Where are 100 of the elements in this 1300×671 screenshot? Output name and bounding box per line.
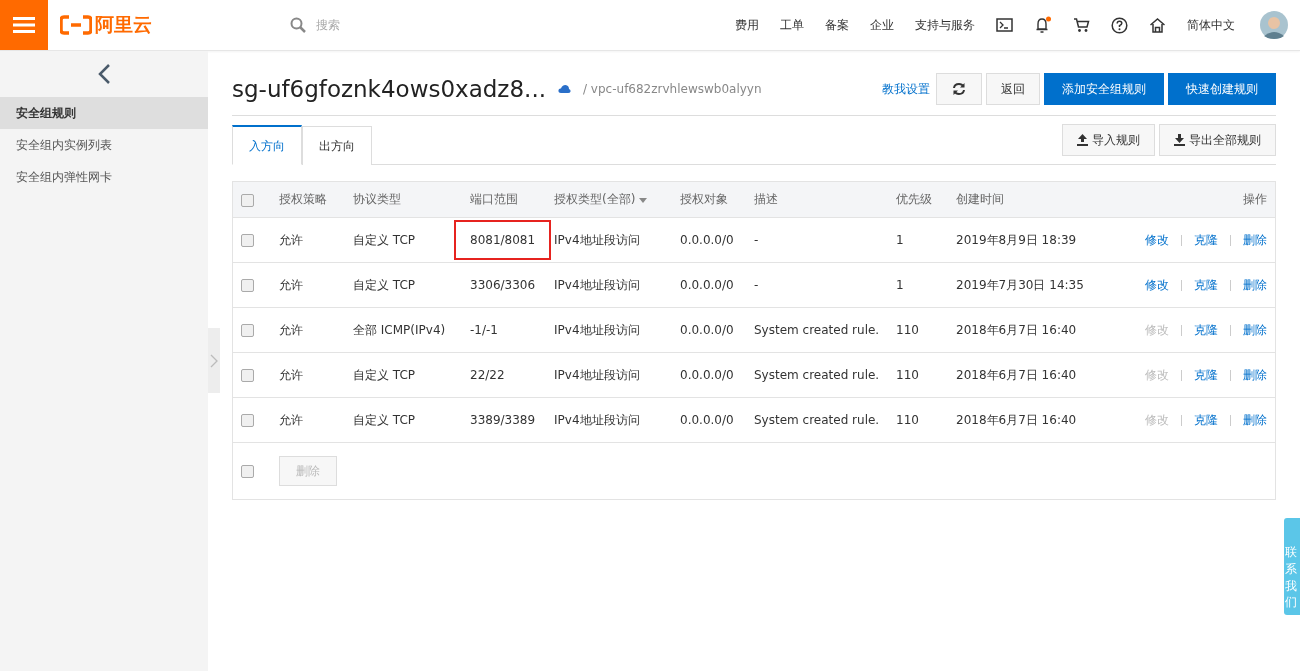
search-icon [290, 17, 306, 33]
delete-link[interactable]: 删除 [1243, 411, 1267, 429]
table-cell: 3306/3306 [470, 278, 536, 292]
row-checkbox[interactable] [241, 324, 254, 337]
sidebar-item[interactable]: 安全组内实例列表 [0, 129, 208, 161]
table-cell: 全部 ICMP(IPv4) [353, 322, 446, 337]
cart-icon[interactable] [1073, 17, 1090, 33]
delete-link[interactable]: 删除 [1243, 321, 1267, 339]
quick-create-button[interactable]: 快速创建规则 [1168, 73, 1276, 105]
cloud-icon [558, 84, 571, 94]
menu-button[interactable] [0, 0, 48, 50]
table-cell: 2018年6月7日 16:40 [956, 412, 1077, 427]
download-icon [1174, 134, 1185, 146]
nav-link[interactable]: 工单 [780, 16, 804, 34]
logo-icon [60, 15, 92, 35]
column-header: 授权对象 [680, 192, 728, 206]
table-cell: 允许 [279, 322, 303, 337]
menu-icon [13, 17, 35, 33]
table-cell: IPv4地址段访问 [554, 367, 640, 382]
column-header: 授权类型(全部) [554, 192, 636, 206]
delete-link[interactable]: 删除 [1243, 366, 1267, 384]
home-icon[interactable] [1149, 17, 1166, 33]
row-checkbox[interactable] [241, 234, 254, 247]
nav-link[interactable]: 支持与服务 [915, 16, 975, 34]
terminal-icon[interactable] [996, 18, 1013, 32]
table-cell: 8081/8081 [456, 222, 550, 258]
sidebar-item[interactable]: 安全组规则 [0, 97, 208, 129]
table-cell: 允许 [279, 232, 303, 247]
direction-tab[interactable]: 出方向 [302, 126, 372, 165]
table-cell: 允许 [279, 277, 303, 292]
column-header: 协议类型 [353, 192, 401, 206]
table-cell: 允许 [279, 367, 303, 382]
row-checkbox[interactable] [241, 369, 254, 382]
sidebar-item[interactable]: 安全组内弹性网卡 [0, 161, 208, 193]
table-cell: IPv4地址段访问 [554, 322, 640, 337]
clone-link[interactable]: 克隆 [1194, 231, 1218, 249]
table-cell: 允许 [279, 412, 303, 427]
edit-link[interactable]: 修改 [1145, 231, 1169, 249]
delete-link[interactable]: 删除 [1243, 231, 1267, 249]
import-button[interactable]: 导入规则 [1062, 124, 1155, 156]
collapse-icon[interactable] [97, 63, 111, 85]
export-button[interactable]: 导出全部规则 [1159, 124, 1276, 156]
table-cell: 2019年8月9日 18:39 [956, 232, 1077, 247]
table-cell: IPv4地址段访问 [554, 277, 640, 292]
clone-link[interactable]: 克隆 [1194, 366, 1218, 384]
expand-handle[interactable] [208, 328, 220, 393]
table-cell: -1/-1 [470, 323, 498, 337]
upload-icon [1077, 134, 1088, 146]
clone-link[interactable]: 克隆 [1194, 411, 1218, 429]
table-cell: System created rule. [754, 413, 880, 427]
table-cell: 110 [896, 368, 919, 382]
table-cell: 0.0.0.0/0 [680, 278, 734, 292]
nav-link[interactable]: 费用 [735, 16, 759, 34]
table-cell: 1 [896, 278, 904, 292]
table-cell: 自定义 TCP [353, 277, 416, 292]
column-header: 创建时间 [956, 192, 1004, 206]
table-cell: IPv4地址段访问 [554, 232, 640, 247]
clone-link[interactable]: 克隆 [1194, 321, 1218, 339]
table-cell: 自定义 TCP [353, 232, 416, 247]
column-header: 描述 [754, 192, 778, 206]
direction-tab[interactable]: 入方向 [232, 125, 302, 165]
table-cell: 0.0.0.0/0 [680, 233, 734, 247]
edit-link[interactable]: 修改 [1145, 276, 1169, 294]
table-cell: - [754, 278, 759, 292]
refresh-button[interactable] [936, 73, 982, 105]
table-cell: 110 [896, 323, 919, 337]
table-cell: 3389/3389 [470, 413, 536, 427]
help-icon[interactable] [1111, 16, 1128, 34]
row-checkbox[interactable] [241, 279, 254, 292]
table-cell: 0.0.0.0/0 [680, 323, 734, 337]
refresh-icon [952, 82, 966, 96]
nav-link[interactable]: 备案 [825, 16, 849, 34]
vpc-id: / vpc-uf682zrvhlewswb0alyyn [583, 82, 762, 96]
table-cell: 110 [896, 413, 919, 427]
select-all-checkbox[interactable] [241, 193, 254, 207]
avatar-icon[interactable] [1260, 11, 1288, 39]
table-cell: 2018年6月7日 16:40 [956, 322, 1077, 337]
back-button[interactable]: 返回 [986, 73, 1040, 105]
nav-link[interactable]: 企业 [870, 16, 894, 34]
delete-link[interactable]: 删除 [1243, 276, 1267, 294]
table-cell: 22/22 [470, 368, 505, 382]
bell-icon[interactable] [1034, 16, 1052, 34]
column-header: 优先级 [896, 192, 932, 206]
row-checkbox[interactable] [241, 414, 254, 427]
caret-icon[interactable] [639, 198, 648, 203]
table-cell: IPv4地址段访问 [554, 412, 640, 427]
table-cell: 0.0.0.0/0 [680, 368, 734, 382]
footer-checkbox[interactable] [241, 465, 254, 478]
table-cell: 自定义 TCP [353, 412, 416, 427]
logo-text: 阿里云 [95, 12, 152, 37]
table-cell: System created rule. [754, 323, 880, 337]
clone-link[interactable]: 克隆 [1194, 276, 1218, 294]
table-cell: 1 [896, 233, 904, 247]
table-cell: 自定义 TCP [353, 367, 416, 382]
help-link[interactable]: 教我设置 [882, 80, 930, 98]
table-cell: 2019年7月30日 14:35 [956, 277, 1084, 292]
column-header: 端口范围 [470, 192, 518, 206]
add-rule-button[interactable]: 添加安全组规则 [1044, 73, 1164, 105]
language-link[interactable]: 简体中文 [1187, 16, 1235, 34]
table-cell: 0.0.0.0/0 [680, 413, 734, 427]
